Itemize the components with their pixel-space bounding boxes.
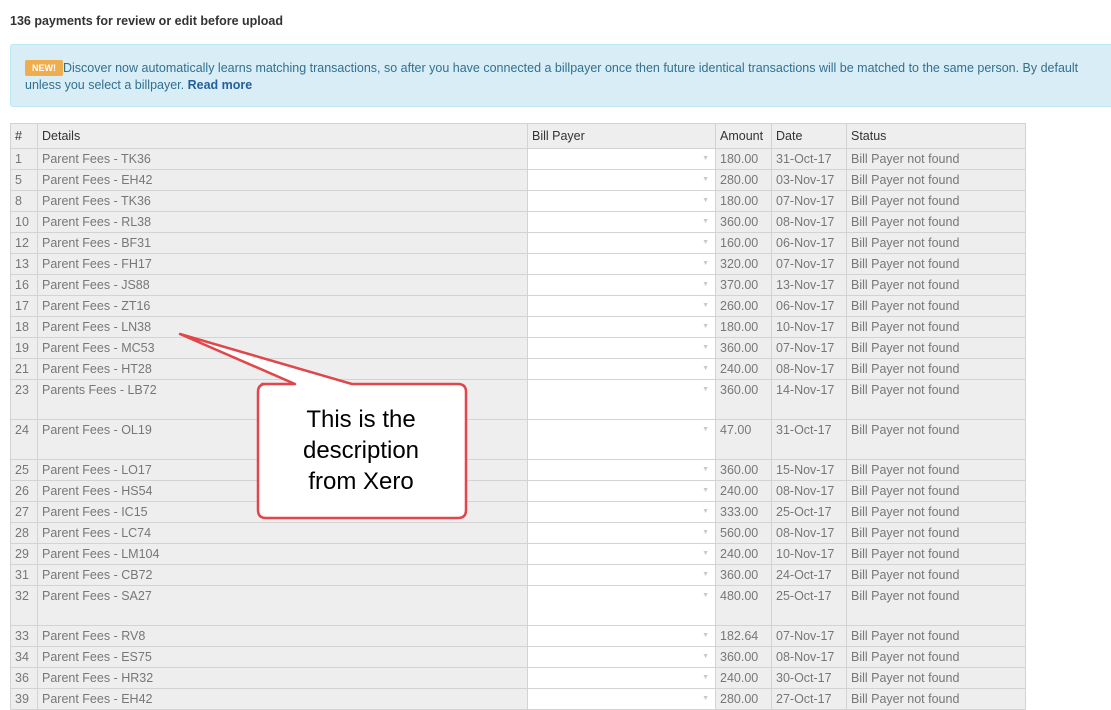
callout-line3: from Xero [308,468,414,495]
callout-text: This is the description from Xero [262,404,460,497]
callout-annotation [178,332,468,520]
callout-line1: This is the [306,406,416,433]
callout-line2: description [302,437,420,464]
